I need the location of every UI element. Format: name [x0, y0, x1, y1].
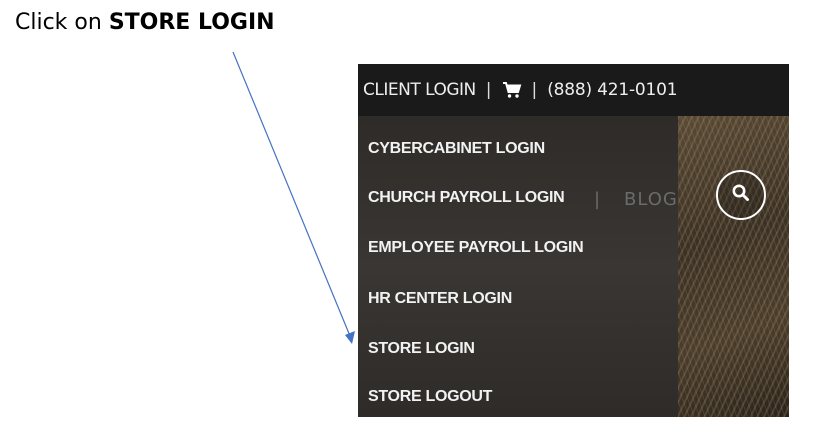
menu-item-store-login[interactable]: STORE LOGIN: [368, 340, 475, 358]
menu-item-cybercabinet-login[interactable]: CYBERCABINET LOGIN: [368, 140, 545, 158]
search-button[interactable]: [716, 170, 766, 220]
menu-item-employee-payroll-login[interactable]: EMPLOYEE PAYROLL LOGIN: [368, 239, 584, 257]
topbar-separator: |: [485, 80, 492, 100]
hero-image: [678, 116, 789, 417]
top-bar: CLIENT LOGIN | | (888) 421-0101: [358, 64, 789, 116]
instruction-text: Click on STORE LOGIN: [15, 10, 275, 35]
menu-item-hr-center-login[interactable]: HR CENTER LOGIN: [368, 290, 512, 308]
menu-item-store-logout[interactable]: STORE LOGOUT: [368, 388, 492, 406]
website-screenshot: | BLOG CLIENT LOGIN | | (888) 421-0101 C…: [358, 64, 789, 417]
search-icon: [731, 183, 751, 208]
phone-number[interactable]: (888) 421-0101: [547, 80, 677, 100]
menu-item-church-payroll-login[interactable]: CHURCH PAYROLL LOGIN: [368, 189, 565, 207]
instruction-prefix: Click on: [15, 10, 109, 35]
instruction-target: STORE LOGIN: [108, 10, 275, 35]
topbar-separator: |: [531, 80, 538, 100]
shopping-cart-icon[interactable]: [502, 81, 522, 99]
client-login-dropdown: CYBERCABINET LOGIN CHURCH PAYROLL LOGIN …: [358, 124, 678, 417]
client-login-link[interactable]: CLIENT LOGIN: [363, 80, 476, 100]
